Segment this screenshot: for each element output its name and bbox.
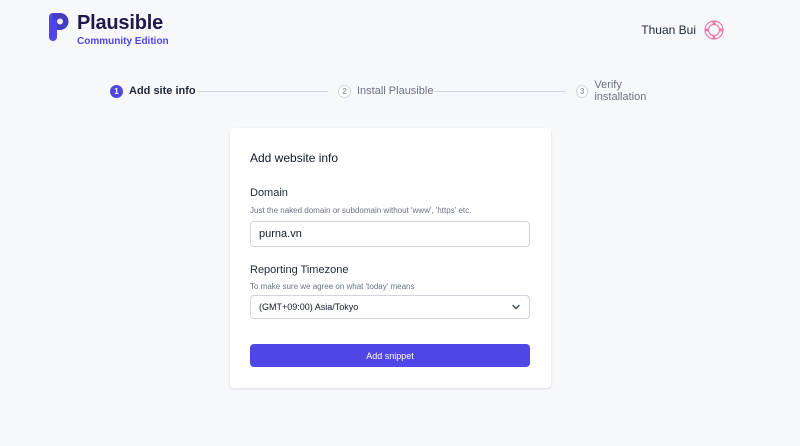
setup-stepper: 1 Add site info 2 Install Plausible 3 Ve… [110,79,672,103]
step-number: 3 [576,84,589,98]
brand-edition: Community Edition [77,36,169,47]
add-website-card: Add website info Domain Just the naked d… [230,128,551,388]
step-label: Install Plausible [357,85,434,97]
avatar-icon[interactable] [704,20,724,40]
plausible-logo-icon [49,13,69,41]
user-menu[interactable]: Thuan Bui [641,20,724,40]
chevron-down-icon [512,304,520,310]
timezone-selected: (GMT+09:00) Asia/Tokyo [259,302,359,312]
timezone-label: Reporting Timezone [250,264,349,276]
step-number: 2 [338,84,351,98]
card-title: Add website info [250,151,339,165]
step-label: Add site info [129,85,196,97]
step-connector [434,91,566,92]
brand-logo[interactable]: Plausible Community Edition [49,13,169,48]
domain-help: Just the naked domain or subdomain witho… [250,206,472,215]
step-number: 1 [110,84,123,98]
user-name: Thuan Bui [641,23,696,37]
step-label: Verify installation [594,79,647,103]
step-verify-installation: 3 Verify installation [576,79,672,103]
step-add-site-info: 1 Add site info [110,84,196,98]
brand-name: Plausible [77,12,164,34]
add-snippet-button[interactable]: Add snippet [250,344,530,367]
step-install-plausible: 2 Install Plausible [338,84,433,98]
domain-label: Domain [250,187,288,199]
timezone-help: To make sure we agree on what 'today' me… [250,282,415,291]
domain-input[interactable] [250,221,530,247]
step-connector [197,91,328,92]
timezone-select[interactable]: (GMT+09:00) Asia/Tokyo [250,295,530,319]
